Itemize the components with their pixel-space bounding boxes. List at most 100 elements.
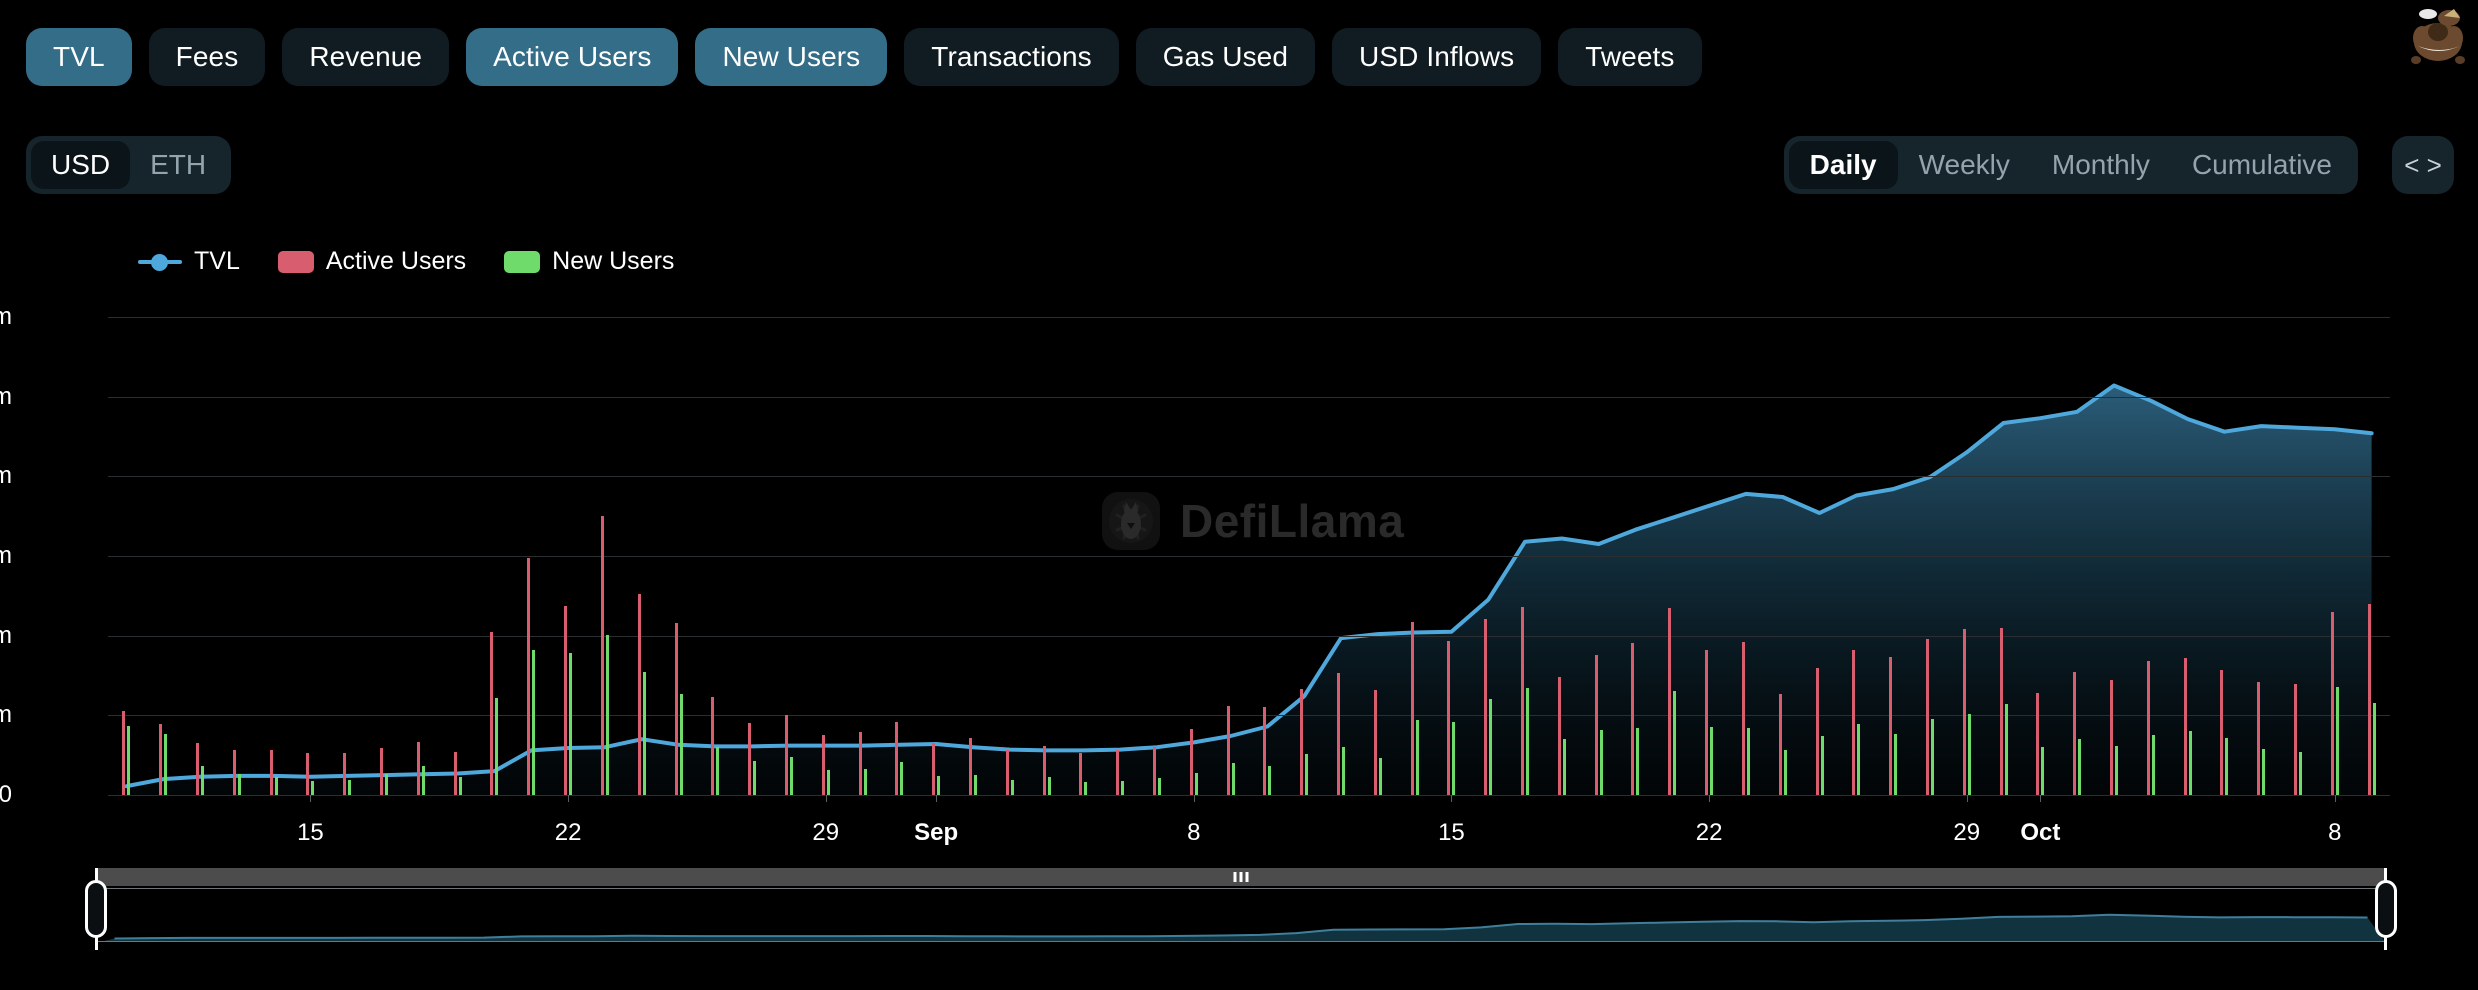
bar-new-users — [1232, 763, 1235, 795]
bar-new-users — [164, 734, 167, 795]
bar-active-users — [564, 606, 567, 795]
metric-tab-gas-used[interactable]: Gas Used — [1136, 28, 1315, 86]
bar-active-users — [122, 711, 125, 795]
metric-tab-label: Tweets — [1585, 41, 1674, 73]
bar-new-users — [459, 777, 462, 795]
legend-item-new-users[interactable]: New Users — [504, 247, 674, 276]
bar-new-users — [1011, 780, 1014, 795]
bar-new-users — [1379, 758, 1382, 795]
bar-active-users — [1926, 639, 1929, 795]
legend-label: TVL — [194, 247, 240, 276]
bar-active-users — [1374, 690, 1377, 795]
bar-active-users — [1742, 642, 1745, 795]
bar-active-users — [380, 748, 383, 795]
chart-gridline — [108, 715, 2390, 716]
bar-new-users — [2336, 687, 2339, 795]
bar-active-users — [1558, 677, 1561, 795]
bar-active-users — [2294, 684, 2297, 795]
y-axis-left-tick-label: $20m — [0, 622, 12, 650]
legend-swatch-icon — [278, 251, 314, 273]
y-axis-left-tick-label: $50m — [0, 383, 12, 411]
bar-active-users — [1816, 668, 1819, 795]
period-cumulative[interactable]: Cumulative — [2171, 141, 2353, 189]
chart-container: $00$10m10k$20m20k$30m30k$40m40k$50m50k$6… — [0, 290, 2478, 850]
x-axis-tick-mark — [1194, 795, 1195, 802]
x-axis-tick-label: 22 — [555, 819, 582, 847]
metric-tab-label: Active Users — [493, 41, 651, 73]
bar-active-users — [1595, 655, 1598, 795]
bar-active-users — [932, 743, 935, 795]
embed-code-button[interactable]: < > — [2392, 136, 2454, 194]
bar-active-users — [1963, 629, 1966, 795]
bar-active-users — [2368, 604, 2371, 795]
legend-label: Active Users — [326, 247, 466, 276]
bar-new-users — [1673, 691, 1676, 795]
metric-tab-revenue[interactable]: Revenue — [282, 28, 449, 86]
bar-new-users — [1158, 778, 1161, 795]
range-slider-preview — [96, 888, 2386, 942]
legend-item-active-users[interactable]: Active Users — [278, 247, 466, 276]
bar-new-users — [900, 762, 903, 795]
denomination-usd[interactable]: USD — [31, 141, 130, 189]
metric-tab-tweets[interactable]: Tweets — [1558, 28, 1701, 86]
range-slider-grip[interactable] — [1234, 872, 1249, 882]
avatar[interactable] — [2404, 2, 2474, 64]
bar-new-users — [422, 766, 425, 795]
denomination-toggle: USDETH — [26, 136, 231, 194]
bar-active-users — [2036, 693, 2039, 795]
bar-new-users — [753, 761, 756, 795]
bar-active-users — [1300, 689, 1303, 795]
y-axis-left-tick-label: $10m — [0, 701, 12, 729]
bar-new-users — [1268, 766, 1271, 795]
period-daily[interactable]: Daily — [1789, 141, 1898, 189]
range-slider-left-handle[interactable] — [85, 880, 107, 938]
bar-active-users — [1006, 750, 1009, 795]
bar-new-users — [1563, 739, 1566, 795]
bar-active-users — [306, 753, 309, 795]
range-slider-right-handle[interactable] — [2375, 880, 2397, 938]
bar-new-users — [2152, 735, 2155, 795]
metric-tab-label: Fees — [176, 41, 239, 73]
bar-new-users — [1747, 728, 1750, 795]
y-axis-left-tick-label: $0 — [0, 781, 12, 809]
period-monthly[interactable]: Monthly — [2031, 141, 2171, 189]
code-brackets-icon: < > — [2404, 150, 2442, 181]
metric-tab-fees[interactable]: Fees — [149, 28, 266, 86]
bar-new-users — [937, 776, 940, 795]
bar-new-users — [2262, 749, 2265, 795]
metric-tab-tvl[interactable]: TVL — [26, 28, 132, 86]
metric-tab-active-users[interactable]: Active Users — [466, 28, 678, 86]
bar-active-users — [1043, 746, 1046, 795]
bar-active-users — [711, 697, 714, 795]
bar-new-users — [974, 775, 977, 795]
bar-new-users — [680, 694, 683, 795]
metric-tab-new-users[interactable]: New Users — [695, 28, 887, 86]
bar-new-users — [2189, 731, 2192, 795]
x-axis-tick-mark — [2335, 795, 2336, 802]
x-axis-tick-mark — [936, 795, 937, 802]
x-axis-tick-label: Oct — [2020, 819, 2060, 847]
legend-item-tvl[interactable]: TVL — [138, 247, 240, 276]
bar-new-users — [127, 726, 130, 795]
metric-tab-transactions[interactable]: Transactions — [904, 28, 1118, 86]
bar-active-users — [233, 750, 236, 795]
bar-active-users — [1705, 650, 1708, 795]
bar-active-users — [196, 743, 199, 795]
range-slider[interactable] — [96, 868, 2386, 948]
denomination-eth[interactable]: ETH — [130, 141, 226, 189]
bar-active-users — [527, 558, 530, 795]
range-slider-track[interactable] — [96, 868, 2386, 886]
bar-active-users — [1116, 750, 1119, 795]
chart-plot-area[interactable]: $00$10m10k$20m20k$30m30k$40m40k$50m50k$6… — [108, 317, 2390, 795]
bar-new-users — [1452, 722, 1455, 795]
period-weekly[interactable]: Weekly — [1898, 141, 2031, 189]
bar-active-users — [2073, 672, 2076, 795]
bar-active-users — [675, 623, 678, 795]
bar-new-users — [311, 781, 314, 795]
x-axis-tick-label: 29 — [812, 819, 839, 847]
bar-new-users — [716, 747, 719, 795]
bar-new-users — [1857, 724, 1860, 795]
bar-new-users — [1894, 734, 1897, 795]
metric-tab-usd-inflows[interactable]: USD Inflows — [1332, 28, 1541, 86]
metric-tab-label: Transactions — [931, 41, 1091, 73]
